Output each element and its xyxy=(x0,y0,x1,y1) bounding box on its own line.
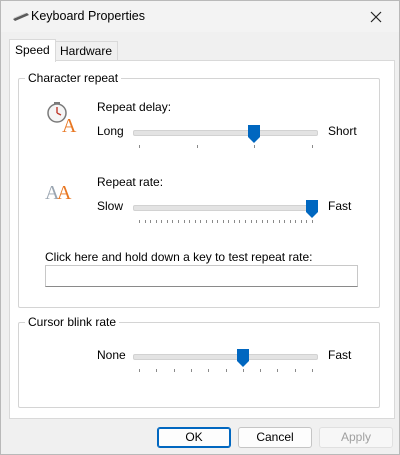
tab-hardware[interactable]: Hardware xyxy=(54,41,119,61)
slider-tick xyxy=(250,220,252,223)
slider-tick xyxy=(233,220,235,223)
slider-tick xyxy=(245,220,247,223)
cursor-blink-slider-track[interactable] xyxy=(133,354,318,360)
repeat-delay-max-label: Short xyxy=(328,124,357,138)
repeat-rate-slider-track[interactable] xyxy=(133,205,318,211)
slider-tick xyxy=(156,369,158,372)
repeat-delay-icon: A xyxy=(47,102,77,134)
cursor-blink-group: Cursor blink rate None Fast xyxy=(18,315,380,408)
slider-tick xyxy=(211,220,213,223)
repeat-delay-ticks xyxy=(139,145,313,149)
slider-tick xyxy=(260,369,262,372)
tab-speed[interactable]: Speed xyxy=(9,39,56,62)
cursor-blink-slider-thumb[interactable] xyxy=(236,349,249,367)
close-button[interactable] xyxy=(353,1,399,32)
repeat-delay-slider-thumb[interactable] xyxy=(248,125,261,143)
slider-tick xyxy=(155,220,157,223)
cursor-blink-max-label: Fast xyxy=(328,348,352,362)
slider-tick xyxy=(312,220,313,223)
slider-tick xyxy=(239,220,241,223)
slider-tick xyxy=(267,220,269,223)
repeat-rate-label: Repeat rate: xyxy=(97,175,164,189)
svg-text:A: A xyxy=(62,115,77,134)
slider-tick xyxy=(306,220,308,223)
slider-tick xyxy=(312,145,313,148)
slider-tick xyxy=(272,220,274,223)
repeat-rate-ticks xyxy=(139,220,313,224)
slider-tick xyxy=(289,220,291,223)
slider-tick xyxy=(200,220,202,223)
cursor-blink-icon xyxy=(52,342,54,372)
test-repeat-input[interactable] xyxy=(45,265,358,287)
slider-tick xyxy=(295,220,297,223)
slider-tick xyxy=(278,220,280,223)
slider-tick xyxy=(222,220,224,223)
cursor-blink-min-label: None xyxy=(97,348,126,362)
slider-tick xyxy=(139,369,140,372)
slider-tick xyxy=(217,220,219,223)
repeat-rate-icon: A A xyxy=(45,182,72,203)
slider-tick xyxy=(189,220,191,223)
repeat-delay-label: Repeat delay: xyxy=(97,100,172,114)
cursor-blink-ticks xyxy=(139,369,313,373)
repeat-rate-min-label: Slow xyxy=(97,199,124,213)
keyboard-properties-window: Keyboard Properties Speed Hardware Chara… xyxy=(0,0,400,455)
slider-tick xyxy=(312,369,313,372)
apply-button[interactable]: Apply xyxy=(319,427,393,448)
svg-text:A: A xyxy=(57,182,72,203)
window-title: Keyboard Properties xyxy=(31,9,145,23)
slider-tick xyxy=(173,369,175,372)
slider-tick xyxy=(205,220,207,223)
repeat-rate-slider-thumb[interactable] xyxy=(306,200,318,218)
cursor-blink-legend: Cursor blink rate xyxy=(25,315,120,329)
slider-tick xyxy=(166,220,168,223)
repeat-delay-min-label: Long xyxy=(97,124,124,138)
title-bar: Keyboard Properties xyxy=(1,1,399,32)
slider-tick xyxy=(225,369,227,372)
slider-tick xyxy=(139,145,140,148)
test-repeat-label: Click here and hold down a key to test r… xyxy=(45,250,313,264)
repeat-rate-max-label: Fast xyxy=(328,199,352,213)
repeat-delay-slider-track[interactable] xyxy=(133,130,318,136)
ok-button[interactable]: OK xyxy=(157,427,231,448)
slider-tick xyxy=(300,220,302,223)
slider-tick xyxy=(183,220,185,223)
slider-tick xyxy=(254,145,256,148)
keyboard-icon xyxy=(13,12,29,21)
cancel-button[interactable]: Cancel xyxy=(238,427,312,448)
slider-tick xyxy=(284,220,286,223)
slider-tick xyxy=(294,369,296,372)
speed-tab-panel: Character repeat A Repeat delay: Long Sh… xyxy=(9,60,395,419)
slider-tick xyxy=(178,220,180,223)
slider-tick xyxy=(277,369,279,372)
character-repeat-group: Character repeat A Repeat delay: Long Sh… xyxy=(18,71,380,308)
slider-tick xyxy=(190,369,192,372)
slider-tick xyxy=(139,220,140,223)
slider-tick xyxy=(261,220,263,223)
slider-tick xyxy=(144,220,146,223)
slider-tick xyxy=(242,369,244,372)
slider-tick xyxy=(208,369,210,372)
slider-tick xyxy=(228,220,230,223)
slider-tick xyxy=(256,220,258,223)
character-repeat-legend: Character repeat xyxy=(25,71,122,85)
slider-tick xyxy=(172,220,174,223)
close-icon xyxy=(370,11,382,22)
slider-tick xyxy=(150,220,152,223)
slider-tick xyxy=(194,220,196,223)
slider-tick xyxy=(196,145,198,148)
slider-tick xyxy=(161,220,163,223)
